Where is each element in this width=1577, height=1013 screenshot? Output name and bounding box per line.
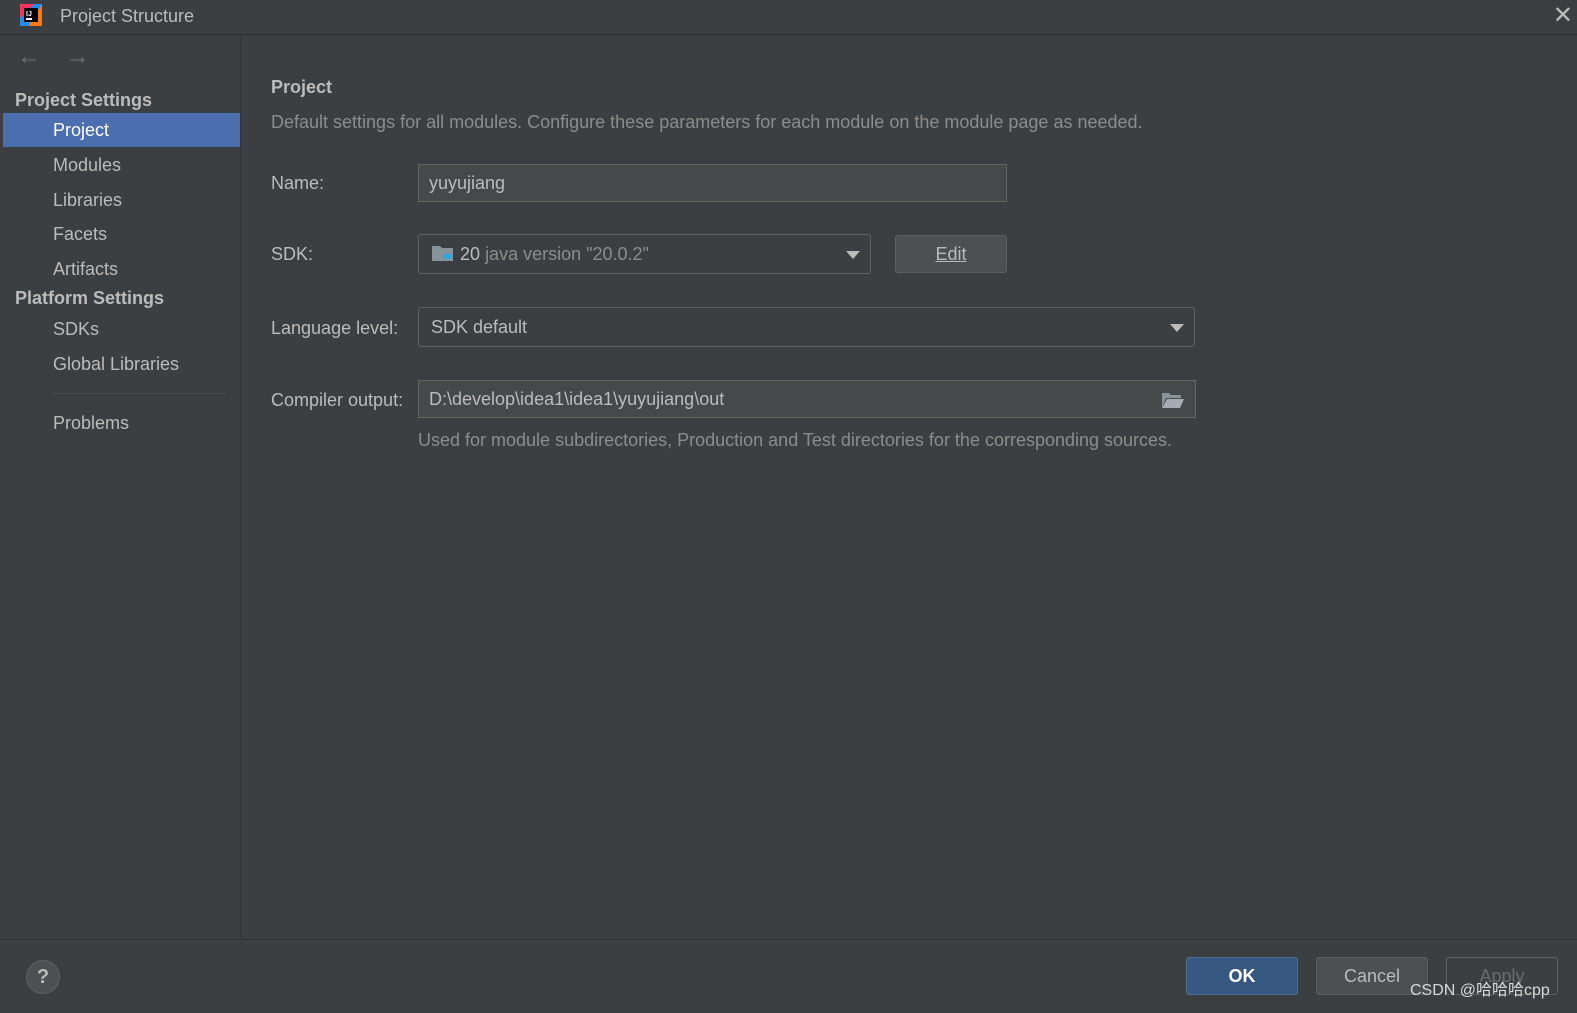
compiler-output-hint: Used for module subdirectories, Producti… bbox=[418, 430, 1173, 450]
sidebar-item-libraries[interactable]: Libraries bbox=[3, 183, 240, 217]
help-button[interactable]: ? bbox=[26, 960, 60, 994]
forward-arrow-icon[interactable]: → bbox=[66, 43, 90, 70]
compiler-output-field[interactable]: D:\develop\idea1\idea1\yuyujiang\out bbox=[418, 380, 1196, 418]
close-icon[interactable]: ✕ bbox=[1553, 1, 1573, 30]
page-title: Project bbox=[271, 77, 333, 97]
sdk-folder-icon bbox=[432, 246, 453, 261]
language-level-dropdown[interactable]: SDK default bbox=[418, 307, 1195, 347]
dialog-footer: ? OK Cancel Apply CSDN @哈哈哈cpp bbox=[0, 939, 1577, 1013]
csdn-watermark: CSDN @哈哈哈cpp bbox=[1410, 982, 1550, 999]
page-description: Default settings for all modules. Config… bbox=[271, 112, 1143, 132]
compiler-output-label: Compiler output: bbox=[271, 390, 404, 410]
edit-sdk-button[interactable]: Edit bbox=[895, 235, 1007, 273]
sidebar: ← → Project Settings Project Modules Lib… bbox=[3, 35, 241, 939]
sidebar-item-artifacts[interactable]: Artifacts bbox=[3, 252, 240, 286]
sdk-number: 20 bbox=[460, 244, 481, 264]
name-label: Name: bbox=[271, 173, 325, 193]
sidebar-item-global-libraries[interactable]: Global Libraries bbox=[3, 347, 240, 381]
sidebar-item-project[interactable]: Project bbox=[3, 113, 240, 147]
chevron-down-icon bbox=[846, 251, 860, 259]
compiler-output-path: D:\develop\idea1\idea1\yuyujiang\out bbox=[429, 389, 725, 409]
navigation-arrows: ← → bbox=[17, 43, 108, 71]
window-title: Project Structure bbox=[60, 6, 195, 26]
sidebar-item-sdks[interactable]: SDKs bbox=[3, 312, 240, 346]
ok-button[interactable]: OK bbox=[1186, 957, 1298, 995]
sidebar-divider bbox=[53, 393, 225, 394]
main-panel: Project Default settings for all modules… bbox=[241, 35, 1577, 939]
intellij-idea-icon: IJ bbox=[20, 4, 42, 26]
folder-open-icon[interactable] bbox=[1161, 391, 1185, 409]
sdk-label: SDK: bbox=[271, 244, 314, 264]
title-bar: IJ Project Structure ✕ bbox=[0, 0, 1577, 35]
project-settings-header: Project Settings bbox=[15, 90, 153, 110]
sidebar-item-facets[interactable]: Facets bbox=[3, 217, 240, 251]
language-level-label: Language level: bbox=[271, 318, 399, 338]
back-arrow-icon[interactable]: ← bbox=[17, 43, 41, 70]
chevron-down-icon bbox=[1170, 324, 1184, 332]
svg-text:IJ: IJ bbox=[26, 11, 32, 18]
sidebar-item-problems[interactable]: Problems bbox=[3, 406, 240, 440]
edit-button-label: Edit bbox=[935, 244, 967, 264]
name-input[interactable]: yuyujiang bbox=[418, 164, 1007, 202]
sdk-version: java version "20.0.2" bbox=[485, 244, 649, 264]
platform-settings-header: Platform Settings bbox=[15, 288, 165, 308]
sidebar-item-modules[interactable]: Modules bbox=[3, 148, 240, 182]
language-level-value: SDK default bbox=[431, 317, 528, 337]
sdk-dropdown[interactable]: 20 java version "20.0.2" bbox=[418, 234, 871, 274]
